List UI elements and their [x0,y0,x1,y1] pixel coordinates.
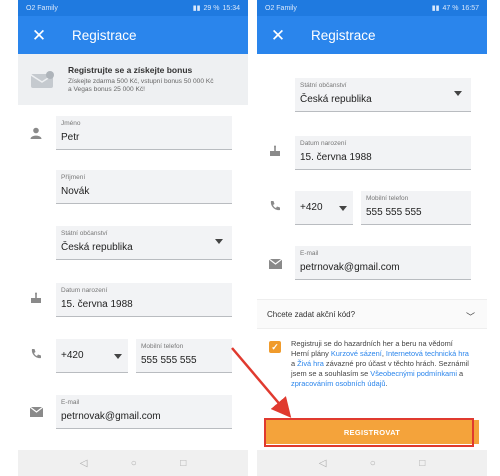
carrier-label: O2 Family [26,4,58,12]
signal-icon: ▮▮ [431,5,440,12]
screenshot-composite: O2 Family ▮▮ 29 % 15:34 ✕ Registrace Reg… [0,0,500,476]
mobile-phone-value: 555 555 555 [141,355,197,366]
phone-prefix-select[interactable]: +420 [56,339,128,373]
status-bar: O2 Family ▮▮ 47 % 16:57 [257,0,487,16]
time-label: 16:57 [461,4,479,12]
email-field[interactable]: E-mail petrnovak@gmail.com [295,246,471,280]
dropdown-arrow-icon [215,239,223,244]
home-icon[interactable]: ○ [131,458,137,469]
consent-block: ✓ Registruji se do hazardních her a beru… [257,331,487,406]
system-nav-bar: ◁ ○ □ [257,450,487,476]
battery-label: 29 % [203,4,220,12]
carrier-label: O2 Family [265,4,297,12]
bonus-headline: Registrujte se a získejte bonus [68,64,193,75]
time-label: 15:34 [222,4,240,12]
citizenship-select[interactable]: Státní občanství Česká republika [56,226,232,260]
close-icon[interactable]: ✕ [267,27,289,44]
cake-icon [267,143,283,159]
recents-icon[interactable]: □ [180,458,186,469]
battery-label: 47 % [442,4,459,12]
email-value: petrnovak@gmail.com [61,411,161,422]
first-name-field[interactable]: Jméno Petr [56,116,232,150]
envelope-icon [30,69,56,91]
link-internetova-hra[interactable]: Internetová technická hra [386,349,469,358]
link-vseobecne-podminky[interactable]: Všeobecnými podmínkami [370,369,457,378]
citizenship-value: Česká republika [300,94,372,105]
link-ziva-hra[interactable]: Živá hra [297,359,324,368]
promo-question: Chcete zadat akční kód? [267,309,356,319]
birthdate-field[interactable]: Datum narození 15. června 1988 [56,283,232,317]
citizenship-value: Česká republika [61,242,133,253]
back-icon[interactable]: ◁ [319,458,327,469]
link-kurzove-sazeni[interactable]: Kurzové sázení [331,349,382,358]
bonus-text-2: a Vegas bonus 25 000 Kč! [68,86,145,93]
citizenship-select[interactable]: Státní občanství Česká republika [295,78,471,112]
birthdate-value: 15. června 1988 [61,299,133,310]
consent-checkbox[interactable]: ✓ [269,341,281,353]
dropdown-arrow-icon [339,206,347,211]
email-value: petrnovak@gmail.com [300,262,400,273]
dropdown-arrow-icon [454,91,462,96]
page-title: Registrace [311,27,376,43]
email-field[interactable]: E-mail petrnovak@gmail.com [56,395,232,429]
mail-icon [28,404,44,420]
mobile-phone-field[interactable]: Mobilní telefon 555 555 555 [136,339,232,373]
phone-prefix-select[interactable]: +420 [295,191,353,225]
phone-prefix-value: +420 [61,350,84,361]
person-icon [28,125,44,141]
dropdown-arrow-icon [114,354,122,359]
right-phone-screen: O2 Family ▮▮ 47 % 16:57 ✕ Registrace Stá… [257,0,487,476]
home-icon[interactable]: ○ [370,458,376,469]
app-bar: ✕ Registrace [257,16,487,54]
birthdate-field[interactable]: Datum narození 15. června 1988 [295,136,471,170]
phone-icon [267,198,283,214]
page-title: Registrace [72,27,137,43]
link-osobni-udaje[interactable]: zpracováním osobních údajů [291,379,386,388]
mobile-phone-field[interactable]: Mobilní telefon 555 555 555 [361,191,471,225]
promo-code-toggle[interactable]: Chcete zadat akční kód? ﹀ [257,299,487,329]
bonus-text-1: Získejte zdarma 500 Kč, vstupní bonus 50… [68,77,214,85]
app-bar: ✕ Registrace [18,16,248,54]
last-name-value: Novák [61,186,90,197]
consent-text: Registruji se do hazardních her a beru n… [291,339,469,388]
phone-prefix-value: +420 [300,202,323,213]
chevron-down-icon: ﹀ [465,312,475,322]
birthdate-value: 15. června 1988 [300,152,372,163]
status-bar: O2 Family ▮▮ 29 % 15:34 [18,0,248,16]
left-phone-screen: O2 Family ▮▮ 29 % 15:34 ✕ Registrace Reg… [18,0,248,476]
first-name-value: Petr [61,132,80,143]
phone-icon [28,346,44,362]
mobile-phone-value: 555 555 555 [366,207,422,218]
highlight-box [264,418,474,447]
last-name-field[interactable]: Příjmení Novák [56,170,232,204]
system-nav-bar: ◁ ○ □ [18,450,248,476]
signal-icon: ▮▮ [192,5,201,12]
bonus-banner: Registrujte se a získejte bonus Získejte… [18,54,248,105]
close-icon[interactable]: ✕ [28,27,50,44]
recents-icon[interactable]: □ [419,458,425,469]
back-icon[interactable]: ◁ [80,458,88,469]
mail-icon [267,256,283,272]
cake-icon [28,290,44,306]
